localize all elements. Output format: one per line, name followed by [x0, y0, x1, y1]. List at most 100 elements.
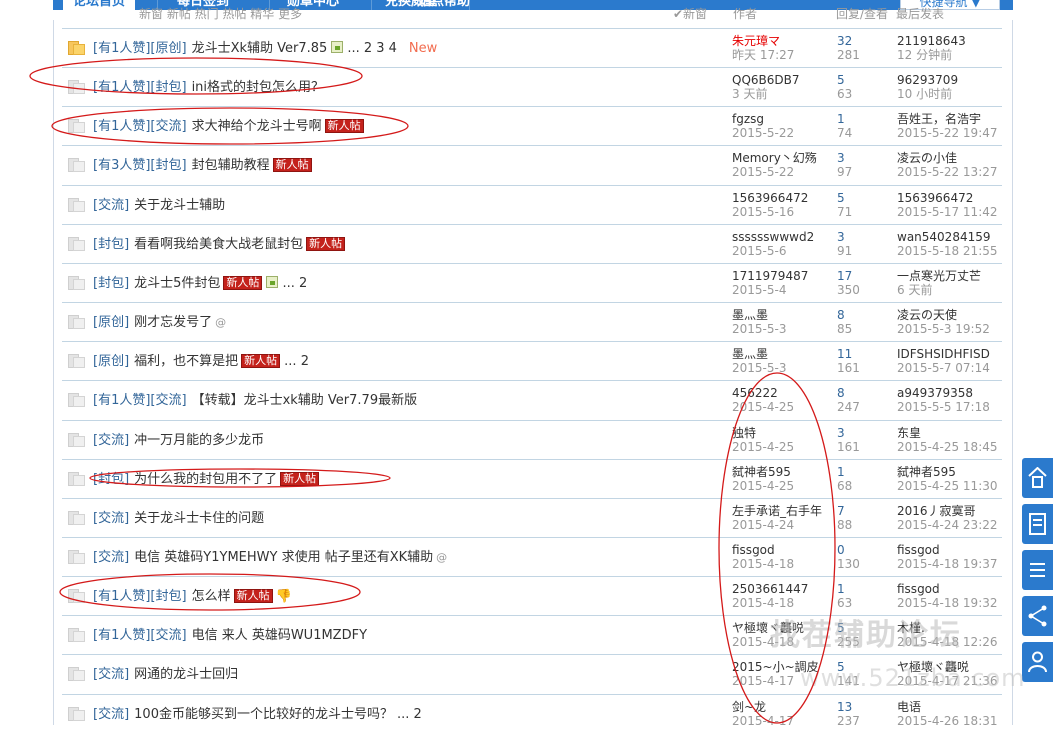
thread-row[interactable]: [交流] 电信 英雄码Y1YMEHWY 求使用 帖子里还有XK辅助 @ fissgod…	[62, 536, 1002, 576]
last-poster-link[interactable]: 2016丿寂寞哥	[897, 504, 1007, 518]
folder-icon[interactable]	[68, 510, 85, 525]
thread-tags[interactable]: [交流]	[93, 198, 129, 213]
author-name-link[interactable]: 剑~龙	[732, 700, 832, 714]
thread-subject-link[interactable]: 看看啊我给美食大战老鼠封包	[134, 237, 303, 252]
folder-icon[interactable]	[68, 41, 85, 55]
author-name-link[interactable]: 独特	[732, 426, 832, 440]
thread-row[interactable]: [交流] 关于龙斗士卡住的问题 左手承诺_右手年 2015-4-24 7 88 2016丿寂…	[62, 497, 1002, 537]
author-name-link[interactable]: 朱元璋マ	[732, 34, 832, 48]
folder-icon[interactable]	[68, 471, 85, 486]
author-name-link[interactable]: 弑神者595	[732, 465, 832, 479]
thread-subject-link[interactable]: 封包辅助教程	[192, 158, 270, 173]
folder-icon[interactable]	[68, 236, 85, 251]
thread-subject-link[interactable]: 福利，也不算是把	[134, 354, 238, 369]
thread-page-links[interactable]: ... 2	[284, 354, 309, 369]
reply-count[interactable]: 5	[837, 73, 852, 87]
thread-tags[interactable]: [有3人赞][封包]	[93, 158, 187, 173]
reply-count[interactable]: 3	[837, 426, 860, 440]
thread-tags[interactable]: [交流]	[93, 550, 129, 565]
last-poster-link[interactable]: a949379358	[897, 386, 1007, 400]
folder-icon[interactable]	[68, 706, 85, 721]
thread-tags[interactable]: [有1人赞][交流]	[93, 119, 187, 134]
thread-subject-link[interactable]: 电信 来人 英雄码WU1MZDFY	[192, 628, 367, 643]
author-name-link[interactable]: fgzsg	[732, 112, 832, 126]
last-post-time[interactable]: 10 小时前	[897, 87, 1007, 101]
last-post-time[interactable]: 6 天前	[897, 283, 1007, 297]
tab-forum-home[interactable]: 论坛首页	[63, 0, 136, 10]
author-name-link[interactable]: 墨灬墨	[732, 308, 832, 322]
author-name-link[interactable]: 左手承诺_右手年	[732, 504, 832, 518]
last-post-time[interactable]: 2015-4-24 23:22	[897, 518, 1007, 532]
thread-tags[interactable]: [有1人赞][交流]	[93, 393, 187, 408]
thread-subject-link[interactable]: 怎么样	[192, 589, 231, 604]
reply-count[interactable]: 5	[837, 191, 852, 205]
thread-subject-link[interactable]: ini格式的封包怎么用？	[192, 80, 324, 95]
thread-subject-link[interactable]: 关于龙斗士辅助	[134, 198, 225, 213]
last-post-time[interactable]: 2015-5-3 19:52	[897, 322, 1007, 336]
folder-icon[interactable]	[68, 315, 85, 330]
last-post-time[interactable]: 2015-5-17 11:42	[897, 205, 1007, 219]
author-name-link[interactable]: fissgod	[732, 543, 832, 557]
last-post-time[interactable]: 2015-4-25 18:45	[897, 440, 1007, 454]
author-name-link[interactable]: 1563966472	[732, 191, 832, 205]
thread-subject-link[interactable]: 龙斗士5件封包	[134, 276, 220, 291]
last-poster-link[interactable]: 弑神者595	[897, 465, 1007, 479]
last-poster-link[interactable]: 211918643	[897, 34, 1007, 48]
reply-count[interactable]: 32	[837, 34, 860, 48]
thread-subject-link[interactable]: 刚才忘发号了	[134, 315, 212, 330]
last-poster-link[interactable]: 凌云の小佳	[897, 151, 1007, 165]
reply-count[interactable]: 1	[837, 465, 852, 479]
folder-icon[interactable]	[68, 354, 85, 369]
thread-subject-link[interactable]: 电信 英雄码Y1YMEHWY 求使用 帖子里还有XK辅助	[134, 550, 433, 565]
author-name-link[interactable]: sssssswwwd2	[732, 230, 832, 244]
folder-icon[interactable]	[68, 80, 85, 95]
thread-page-links[interactable]: ... 2	[282, 276, 307, 291]
last-poster-link[interactable]: 96293709	[897, 73, 1007, 87]
thread-row[interactable]: [交流] 冲一万月能的多少龙币 独特 2015-4-25 3 161 东皇 2015-4-25…	[62, 419, 1002, 459]
last-poster-link[interactable]: 吾姓王，名浩宇	[897, 112, 1007, 126]
reply-count[interactable]: 1	[837, 112, 852, 126]
last-post-time[interactable]: 2015-5-18 21:55	[897, 244, 1007, 258]
folder-icon[interactable]	[68, 628, 85, 643]
thread-subject-link[interactable]: 网通的龙斗士回归	[134, 667, 238, 682]
thread-subject-link[interactable]: 100金币能够买到一个比较好的龙斗士号吗？	[134, 707, 393, 722]
thread-row[interactable]: [有1人赞][封包] ini格式的封包怎么用？ QQ6B6DB7 3 天前 5 63 962…	[62, 67, 1002, 106]
thread-tags[interactable]: [交流]	[93, 707, 129, 722]
thread-tags[interactable]: [封包]	[93, 237, 129, 252]
thread-tags[interactable]: [有1人赞][封包]	[93, 589, 187, 604]
last-poster-link[interactable]: wan540284159	[897, 230, 1007, 244]
reply-count[interactable]: 7	[837, 504, 852, 518]
thread-tags[interactable]: [原创]	[93, 315, 129, 330]
folder-icon[interactable]	[68, 589, 85, 604]
last-post-time[interactable]: 2015-4-18 19:32	[897, 596, 1007, 610]
thread-row[interactable]: [封包] 看看啊我给美食大战老鼠封包 新人帖 sssssswwwd2 2015-5-6 3…	[62, 223, 1002, 263]
author-name-link[interactable]: QQ6B6DB7	[732, 73, 832, 87]
thread-subject-link[interactable]: 冲一万月能的多少龙币	[134, 433, 264, 448]
thread-subject-link[interactable]: 【转载】龙斗士xk辅助 Ver7.79最新版	[192, 393, 418, 408]
last-post-time[interactable]: 2015-4-18 19:37	[897, 557, 1007, 571]
thread-page-links[interactable]: ... 2 3 4	[347, 41, 397, 56]
thread-row[interactable]: [封包] 为什么我的封包用不了了 新人帖 弑神者595 2015-4-25 1 68 弑神者5…	[62, 458, 1002, 498]
last-poster-link[interactable]: 凌云の天使	[897, 308, 1007, 322]
folder-icon[interactable]	[68, 119, 85, 134]
user-center-button[interactable]	[1022, 642, 1053, 682]
folder-icon[interactable]	[68, 197, 85, 212]
thread-tags[interactable]: [有1人赞][原创]	[93, 41, 187, 56]
reply-count[interactable]: 17	[837, 269, 860, 283]
thread-subject-link[interactable]: 龙斗士Xk辅助 Ver7.85	[192, 41, 328, 56]
thread-row[interactable]: [有3人赞][封包] 封包辅助教程 新人帖 Memory丶幻殇 2015-5-22 3 97…	[62, 145, 1002, 184]
thread-subject-link[interactable]: 为什么我的封包用不了了	[134, 472, 277, 487]
thread-tags[interactable]: [交流]	[93, 511, 129, 526]
last-post-time[interactable]: 2015-4-25 11:30	[897, 479, 1007, 493]
new-reply-link[interactable]: New	[409, 41, 437, 56]
last-post-time[interactable]: 2015-4-26 18:31	[897, 714, 1007, 728]
thread-tags[interactable]: [封包]	[93, 472, 129, 487]
author-name-link[interactable]: 墨灬墨	[732, 347, 832, 361]
reply-count[interactable]: 3	[837, 230, 852, 244]
thread-tags[interactable]: [有1人赞][封包]	[93, 80, 187, 95]
last-poster-link[interactable]: 1563966472	[897, 191, 1007, 205]
thread-tags[interactable]: [封包]	[93, 276, 129, 291]
thread-page-links[interactable]: ... 2	[397, 707, 422, 722]
reply-count[interactable]: 0	[837, 543, 860, 557]
thread-subject-link[interactable]: 求大神给个龙斗士号啊	[192, 119, 322, 134]
